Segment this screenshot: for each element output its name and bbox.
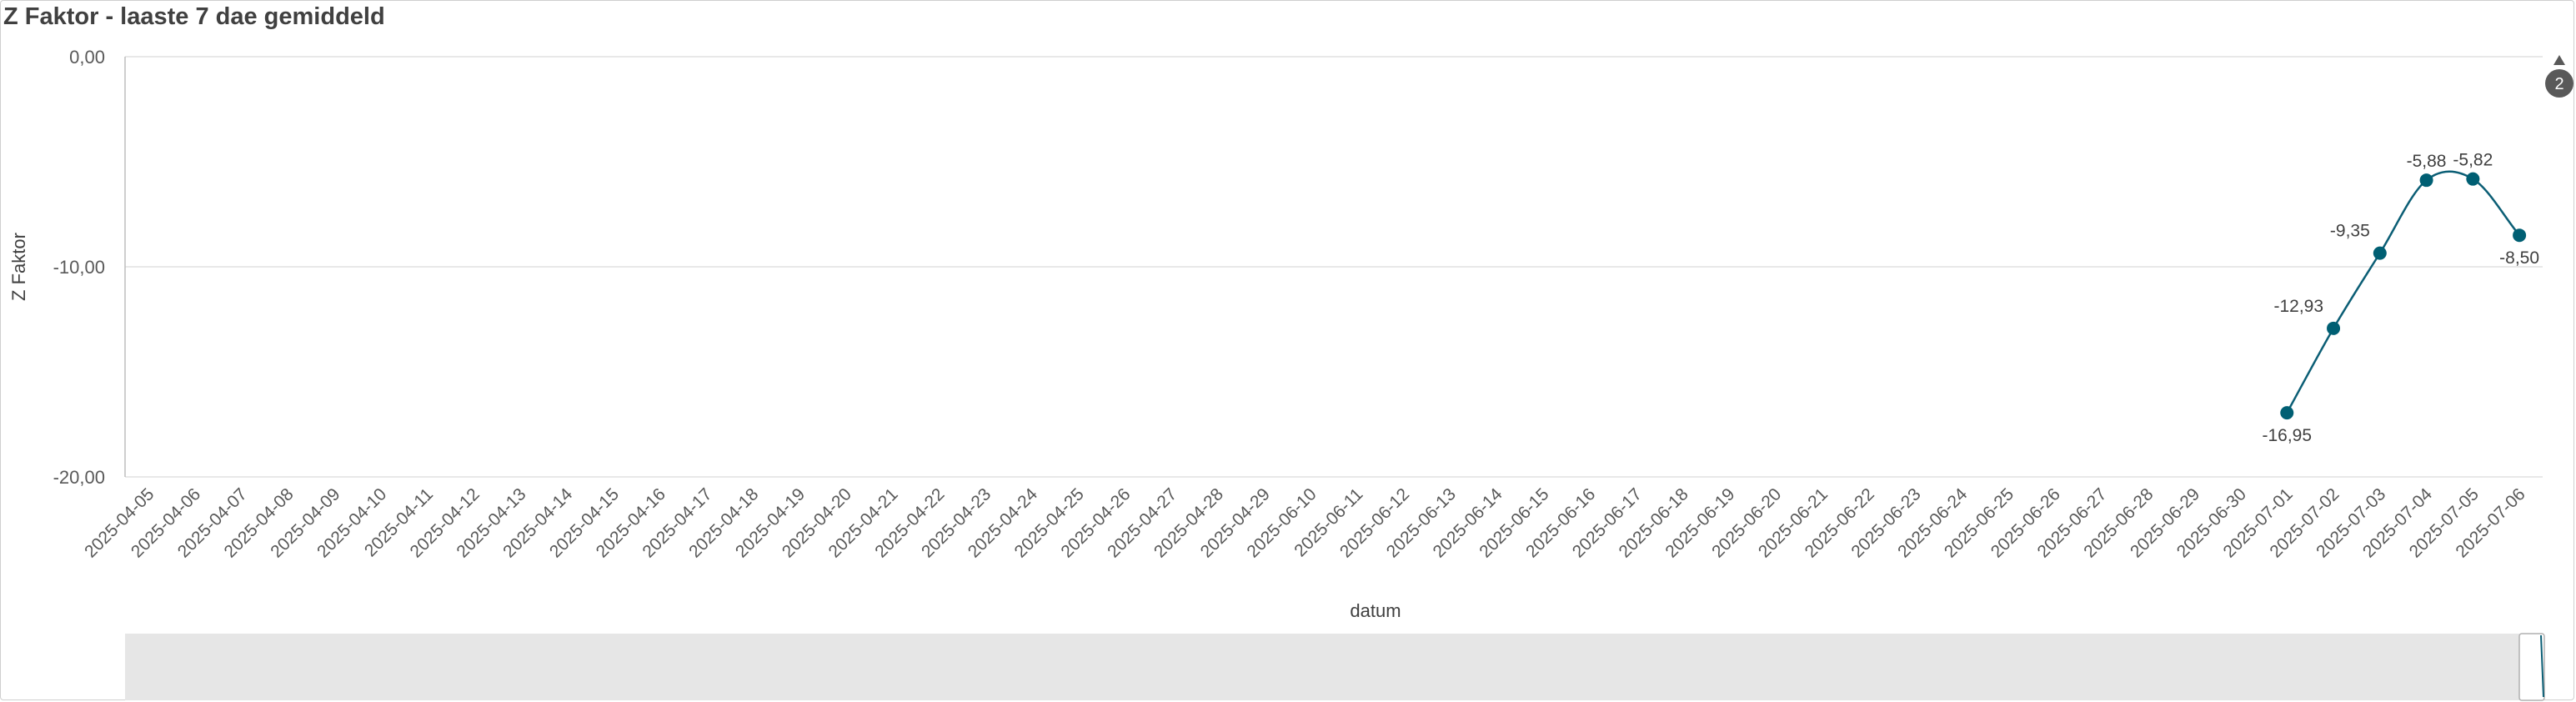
data-point[interactable] bbox=[2513, 228, 2527, 243]
data-point[interactable] bbox=[2327, 321, 2341, 335]
y-tick-label: 0,00 bbox=[69, 47, 105, 68]
data-label: -16,95 bbox=[2262, 426, 2312, 445]
data-point[interactable] bbox=[2280, 406, 2294, 420]
data-labels: -16,95 -12,93 -9,35 -5,88 -5,82 -8,50 bbox=[2262, 151, 2539, 445]
y-axis-title: Z Faktor bbox=[8, 233, 29, 301]
data-point[interactable] bbox=[2373, 246, 2387, 260]
gridlines bbox=[125, 56, 2543, 478]
data-label: -8,50 bbox=[2499, 248, 2539, 268]
data-point[interactable] bbox=[2466, 172, 2480, 186]
x-axis-ticks: 2025-04-052025-04-062025-04-072025-04-08… bbox=[81, 484, 2528, 561]
data-label: -12,93 bbox=[2273, 297, 2323, 316]
chart-scroll-track[interactable] bbox=[125, 634, 2543, 700]
data-label: -9,35 bbox=[2330, 222, 2370, 241]
x-axis-title: datum bbox=[1350, 600, 1401, 621]
data-label: -5,82 bbox=[2453, 151, 2493, 170]
y-axis-ticks: 0,00 -10,00 -20,00 bbox=[53, 47, 105, 488]
series-line bbox=[2286, 170, 2521, 414]
scroll-up-arrow-icon[interactable] bbox=[2553, 55, 2565, 65]
data-label: -5,88 bbox=[2407, 152, 2447, 171]
data-point[interactable] bbox=[2419, 173, 2433, 188]
page-badge-count: 2 bbox=[2554, 75, 2563, 93]
y-tick-label: -10,00 bbox=[53, 257, 105, 278]
line-chart[interactable]: 0,00 -10,00 -20,00 2025-04-052025-04-06202… bbox=[0, 0, 2576, 702]
y-tick-label: -20,00 bbox=[53, 467, 105, 488]
